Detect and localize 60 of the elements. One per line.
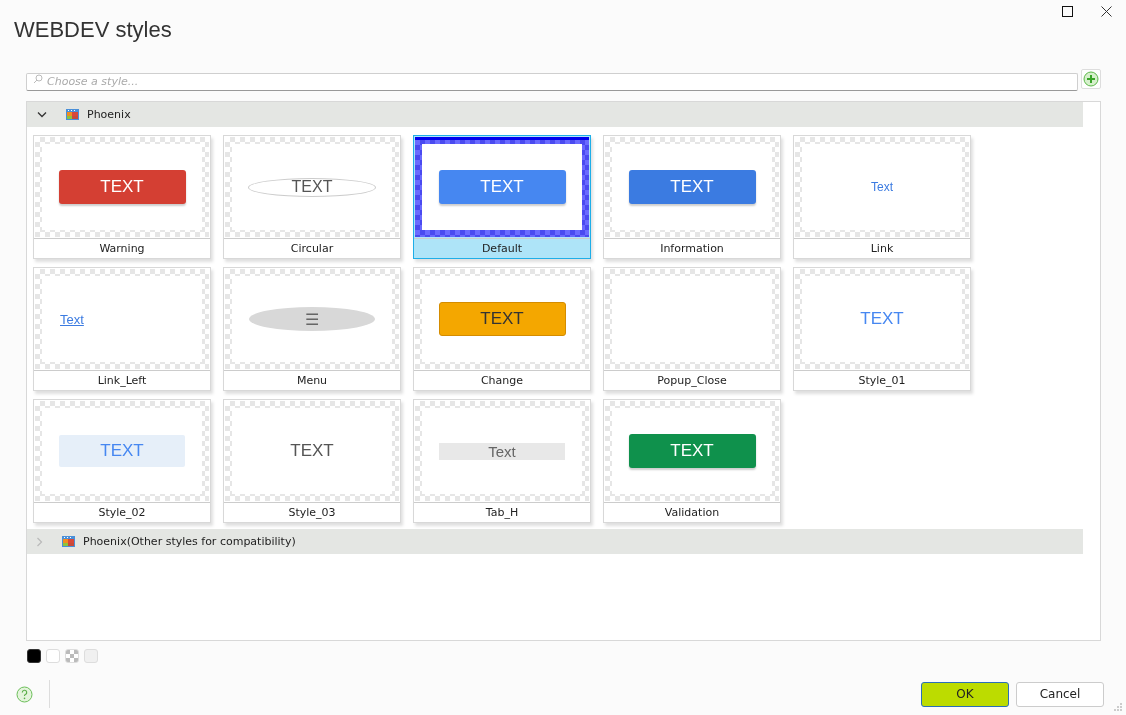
close-icon[interactable] (1101, 6, 1112, 17)
style-tile[interactable]: TEXT Style_02 (33, 399, 211, 523)
style-tile[interactable]: TEXT Change (413, 267, 591, 391)
style-tile[interactable]: TEXT Validation (603, 399, 781, 523)
style-tile[interactable]: Text Tab_H (413, 399, 591, 523)
window-title: WEBDEV styles (14, 17, 172, 43)
style-tile[interactable]: TEXT Information (603, 135, 781, 259)
button-preview: TEXT (59, 435, 185, 467)
style-label: Validation (664, 506, 720, 519)
search-field[interactable]: Choose a style... (26, 72, 1078, 91)
resize-grip-icon[interactable] (1114, 703, 1122, 711)
search-icon (33, 74, 43, 84)
link-preview: Text (60, 311, 84, 327)
text-preview: TEXT (860, 309, 904, 329)
style-tile[interactable]: TEXT Default (413, 135, 591, 259)
style-tile[interactable]: Text Link_Left (33, 267, 211, 391)
tab-preview: Text (439, 442, 565, 460)
chevron-down-icon (37, 111, 47, 118)
menu-preview: ☰ (249, 307, 375, 331)
style-label: Change (480, 374, 524, 387)
style-label: Style_02 (98, 506, 146, 519)
style-label: Popup_Close (657, 374, 727, 387)
style-label: Information (660, 242, 724, 255)
help-icon[interactable] (16, 685, 33, 703)
style-label: Warning (99, 242, 145, 255)
palette-icon (62, 536, 75, 547)
cancel-button[interactable]: Cancel (1016, 681, 1104, 707)
style-label: Menu (296, 374, 328, 387)
style-tile[interactable]: ☰ Menu (223, 267, 401, 391)
style-tile[interactable]: TEXT Circular (223, 135, 401, 259)
style-tile[interactable]: TEXT Warning (33, 135, 211, 259)
link-preview: Text (871, 180, 893, 194)
group-title: Phoenix(Other styles for compatibility) (83, 535, 296, 548)
group-header[interactable]: Phoenix(Other styles for compatibility) (27, 529, 1083, 554)
palette-icon (66, 109, 79, 120)
button-preview: TEXT (628, 434, 756, 468)
button-preview: TEXT (628, 170, 756, 204)
style-label: Default (481, 242, 523, 255)
button-preview: TEXT (438, 170, 566, 204)
background-swatch[interactable] (27, 649, 41, 663)
text-preview: TEXT (290, 441, 334, 461)
button-preview: TEXT (58, 170, 186, 204)
group-title: Phoenix (87, 108, 131, 121)
add-button[interactable] (1081, 69, 1101, 89)
style-label: Style_01 (858, 374, 906, 387)
style-tile[interactable]: TEXT Style_01 (793, 267, 971, 391)
style-label: Circular (290, 242, 334, 255)
ok-button[interactable]: OK (921, 681, 1009, 707)
style-tile[interactable]: TEXT Style_03 (223, 399, 401, 523)
style-label: Style_03 (288, 506, 336, 519)
chevron-right-icon (37, 536, 43, 547)
style-tile[interactable]: Text Link (793, 135, 971, 259)
group-header[interactable]: Phoenix (27, 102, 1083, 127)
maximize-icon[interactable] (1062, 6, 1073, 17)
style-label: Link (870, 242, 894, 255)
style-label: Tab_H (485, 506, 519, 519)
style-tile[interactable]: Popup_Close (603, 267, 781, 391)
style-label: Link_Left (97, 374, 147, 387)
button-preview: TEXT (438, 302, 566, 336)
checker-background-swatch[interactable] (65, 649, 79, 663)
